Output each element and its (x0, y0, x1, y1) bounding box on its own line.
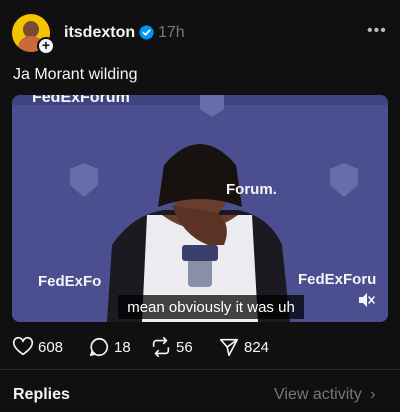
speaker-muted-icon[interactable] (356, 291, 376, 309)
banner-text-top-left: FedExForum (32, 95, 130, 106)
repost-button[interactable]: 56 (150, 334, 193, 360)
like-button[interactable]: 608 (12, 334, 63, 360)
comment-icon (89, 337, 109, 357)
repost-icon (152, 337, 170, 357)
post-header: + itsdexton 17h ••• (0, 0, 400, 62)
post-time: 17h (158, 24, 185, 41)
replies-heading: Replies (13, 386, 70, 403)
username[interactable]: itsdexton (64, 24, 135, 42)
share-count: 824 (244, 338, 270, 356)
subtitle-current: mean obviously it was uh (127, 299, 295, 316)
divider (0, 369, 400, 370)
reply-count: 18 (114, 338, 131, 356)
view-activity-label: View activity (274, 386, 362, 403)
video-player[interactable]: FedExForum Forum. FedExFo FedExForu I me… (12, 95, 388, 322)
post-caption: Ja Morant wilding (13, 66, 138, 83)
repost-count: 56 (176, 338, 193, 356)
view-activity-link[interactable]: View activity › (274, 386, 376, 404)
banner-text-right: Forum. (226, 181, 277, 198)
more-options-icon[interactable]: ••• (367, 22, 387, 40)
reply-button[interactable]: 18 (88, 334, 131, 360)
banner-text-bottom-left: FedExFo (38, 273, 102, 290)
follow-plus-icon[interactable]: + (37, 37, 55, 55)
heart-icon (12, 336, 34, 356)
send-icon (219, 338, 239, 357)
verified-badge-icon (139, 25, 154, 40)
post-actions: 608 18 56 824 (0, 334, 400, 360)
chevron-right-icon: › (370, 386, 376, 403)
like-count: 608 (38, 338, 64, 356)
share-button[interactable]: 824 (218, 334, 269, 360)
banner-text-bottom-right: FedExForu (298, 271, 377, 288)
